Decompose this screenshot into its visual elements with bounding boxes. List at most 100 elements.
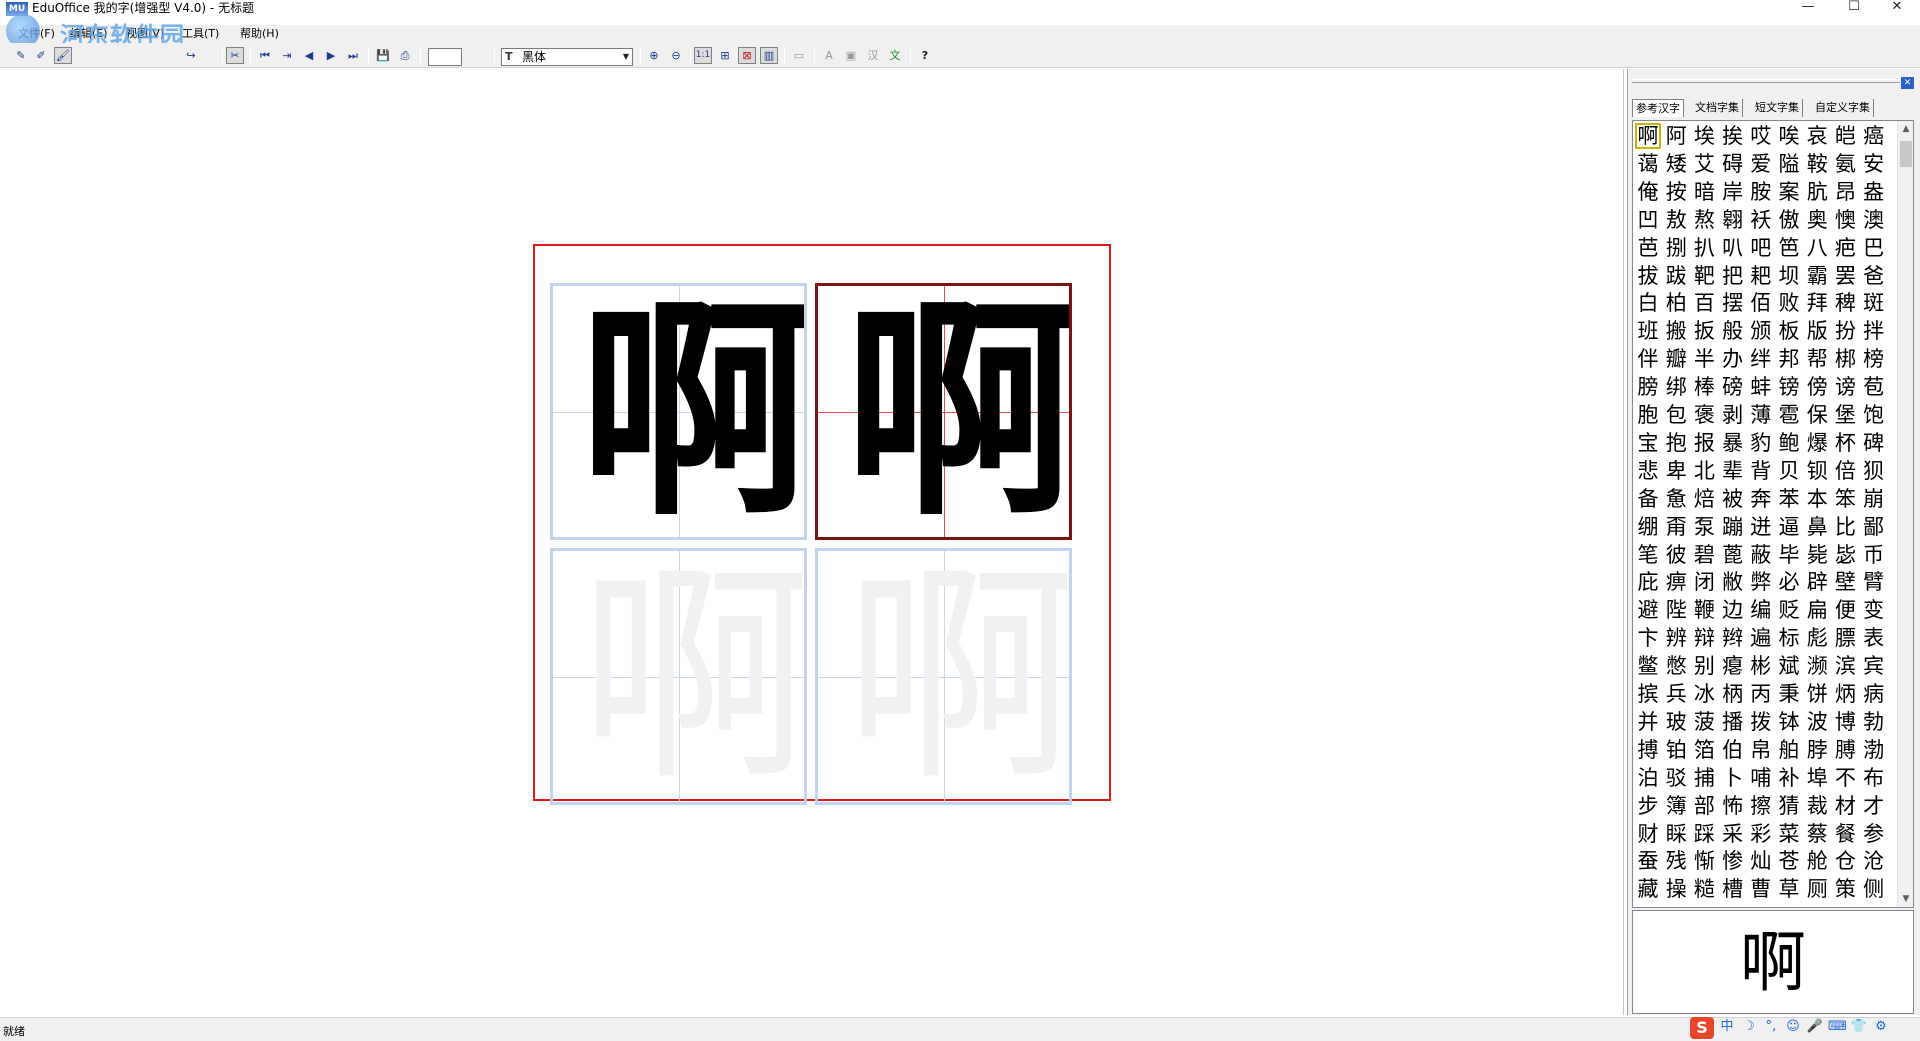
- character-item[interactable]: 豹: [1748, 430, 1774, 456]
- character-item[interactable]: 痹: [1663, 569, 1689, 595]
- text-box-icon[interactable]: ▣: [842, 47, 860, 64]
- character-item[interactable]: 必: [1776, 569, 1802, 595]
- character-item[interactable]: 采: [1720, 821, 1746, 847]
- character-item[interactable]: 埃: [1691, 123, 1717, 149]
- character-item[interactable]: 彪: [1804, 625, 1830, 651]
- character-item[interactable]: 才: [1861, 793, 1887, 819]
- character-item[interactable]: 褒: [1691, 402, 1717, 428]
- character-item[interactable]: 毖: [1832, 542, 1858, 568]
- character-item[interactable]: 宝: [1635, 430, 1661, 456]
- character-item[interactable]: 苯: [1776, 486, 1802, 512]
- character-item[interactable]: 步: [1635, 793, 1661, 819]
- next-icon[interactable]: ▶: [322, 47, 340, 64]
- emoji-icon[interactable]: ☺: [1784, 1018, 1802, 1036]
- character-item[interactable]: 踩: [1691, 821, 1717, 847]
- character-item[interactable]: 堡: [1832, 402, 1858, 428]
- character-item[interactable]: 啊: [1635, 123, 1661, 149]
- character-item[interactable]: 耙: [1748, 263, 1774, 289]
- character-item[interactable]: 背: [1748, 458, 1774, 484]
- character-item[interactable]: 扳: [1691, 318, 1717, 344]
- character-item[interactable]: 参: [1861, 821, 1887, 847]
- character-item[interactable]: 部: [1691, 793, 1717, 819]
- redo-icon[interactable]: ↪: [182, 47, 200, 64]
- moon-icon[interactable]: ☽: [1740, 1018, 1758, 1036]
- character-item[interactable]: 宾: [1861, 653, 1887, 679]
- character-item[interactable]: 奥: [1804, 207, 1830, 233]
- character-item[interactable]: 狈: [1861, 458, 1887, 484]
- microphone-icon[interactable]: 🎤: [1806, 1018, 1824, 1036]
- character-item[interactable]: 报: [1691, 430, 1717, 456]
- character-item[interactable]: 瓣: [1663, 346, 1689, 372]
- character-item[interactable]: 搏: [1635, 737, 1661, 763]
- menu-help[interactable]: 帮助(H): [240, 27, 279, 41]
- punctuation-icon[interactable]: °,: [1762, 1018, 1780, 1036]
- character-item[interactable]: 癌: [1861, 123, 1887, 149]
- character-item[interactable]: 鳖: [1635, 653, 1661, 679]
- character-item[interactable]: 抱: [1663, 430, 1689, 456]
- brush-icon[interactable]: 🖌: [54, 47, 72, 64]
- character-item[interactable]: 辈: [1720, 458, 1746, 484]
- character-item[interactable]: 伴: [1635, 346, 1661, 372]
- character-item[interactable]: 辨: [1663, 625, 1689, 651]
- character-item[interactable]: 便: [1832, 597, 1858, 623]
- page-icon[interactable]: ▭: [790, 47, 808, 64]
- character-item[interactable]: 财: [1635, 821, 1661, 847]
- grid-cell-selected[interactable]: 啊: [815, 283, 1072, 540]
- character-item[interactable]: 肮: [1804, 179, 1830, 205]
- character-item[interactable]: 卑: [1663, 458, 1689, 484]
- character-item[interactable]: 吧: [1748, 235, 1774, 261]
- character-item[interactable]: 坝: [1776, 263, 1802, 289]
- panel-close-icon[interactable]: ✕: [1901, 77, 1914, 89]
- character-item[interactable]: 崩: [1861, 486, 1887, 512]
- character-item[interactable]: 昂: [1832, 179, 1858, 205]
- character-item[interactable]: 贬: [1776, 597, 1802, 623]
- character-item[interactable]: 捕: [1691, 765, 1717, 791]
- character-item[interactable]: 霸: [1804, 263, 1830, 289]
- character-item[interactable]: 佰: [1748, 290, 1774, 316]
- character-item[interactable]: 剥: [1720, 402, 1746, 428]
- first-page-icon[interactable]: ⏮: [256, 47, 274, 64]
- character-item[interactable]: 皑: [1832, 123, 1858, 149]
- character-item[interactable]: 饱: [1861, 402, 1887, 428]
- character-item[interactable]: 摆: [1720, 290, 1746, 316]
- fit-grid-icon[interactable]: ⊞: [716, 47, 734, 64]
- tab-short-text-chars[interactable]: 短文字集: [1752, 99, 1803, 117]
- character-item[interactable]: 扒: [1691, 235, 1717, 261]
- character-item[interactable]: 蔡: [1804, 821, 1830, 847]
- character-item[interactable]: 遍: [1748, 625, 1774, 651]
- character-item[interactable]: 闭: [1691, 569, 1717, 595]
- character-item[interactable]: 裁: [1804, 793, 1830, 819]
- character-item[interactable]: 般: [1720, 318, 1746, 344]
- scroll-up-icon[interactable]: ▲: [1898, 121, 1914, 137]
- character-item[interactable]: 绑: [1663, 374, 1689, 400]
- character-item[interactable]: 保: [1804, 402, 1830, 428]
- character-item[interactable]: 俺: [1635, 179, 1661, 205]
- character-item[interactable]: 拨: [1748, 709, 1774, 735]
- menu-tools[interactable]: 工具(T): [182, 27, 219, 41]
- character-item[interactable]: 补: [1776, 765, 1802, 791]
- character-item[interactable]: 柄: [1720, 681, 1746, 707]
- character-item[interactable]: 扁: [1804, 597, 1830, 623]
- character-item[interactable]: 被: [1720, 486, 1746, 512]
- character-item[interactable]: 巴: [1861, 235, 1887, 261]
- character-item[interactable]: 帛: [1748, 737, 1774, 763]
- character-item[interactable]: 壁: [1832, 569, 1858, 595]
- character-item[interactable]: 擦: [1748, 793, 1774, 819]
- eraser-icon[interactable]: ✐: [32, 47, 50, 64]
- character-item[interactable]: 菜: [1776, 821, 1802, 847]
- grid-cell[interactable]: 啊: [815, 548, 1072, 805]
- character-item[interactable]: 半: [1691, 346, 1717, 372]
- character-item[interactable]: 蚌: [1748, 374, 1774, 400]
- character-item[interactable]: 安: [1861, 151, 1887, 177]
- character-item[interactable]: 办: [1720, 346, 1746, 372]
- character-item[interactable]: 杯: [1832, 430, 1858, 456]
- character-item[interactable]: 膊: [1832, 737, 1858, 763]
- pen-icon[interactable]: ✎: [12, 47, 30, 64]
- character-item[interactable]: 惫: [1663, 486, 1689, 512]
- character-item[interactable]: 班: [1635, 318, 1661, 344]
- character-item[interactable]: 沧: [1861, 848, 1887, 874]
- character-item[interactable]: 卜: [1720, 765, 1746, 791]
- character-item[interactable]: 草: [1776, 876, 1802, 902]
- character-item[interactable]: 玻: [1663, 709, 1689, 735]
- character-item[interactable]: 按: [1663, 179, 1689, 205]
